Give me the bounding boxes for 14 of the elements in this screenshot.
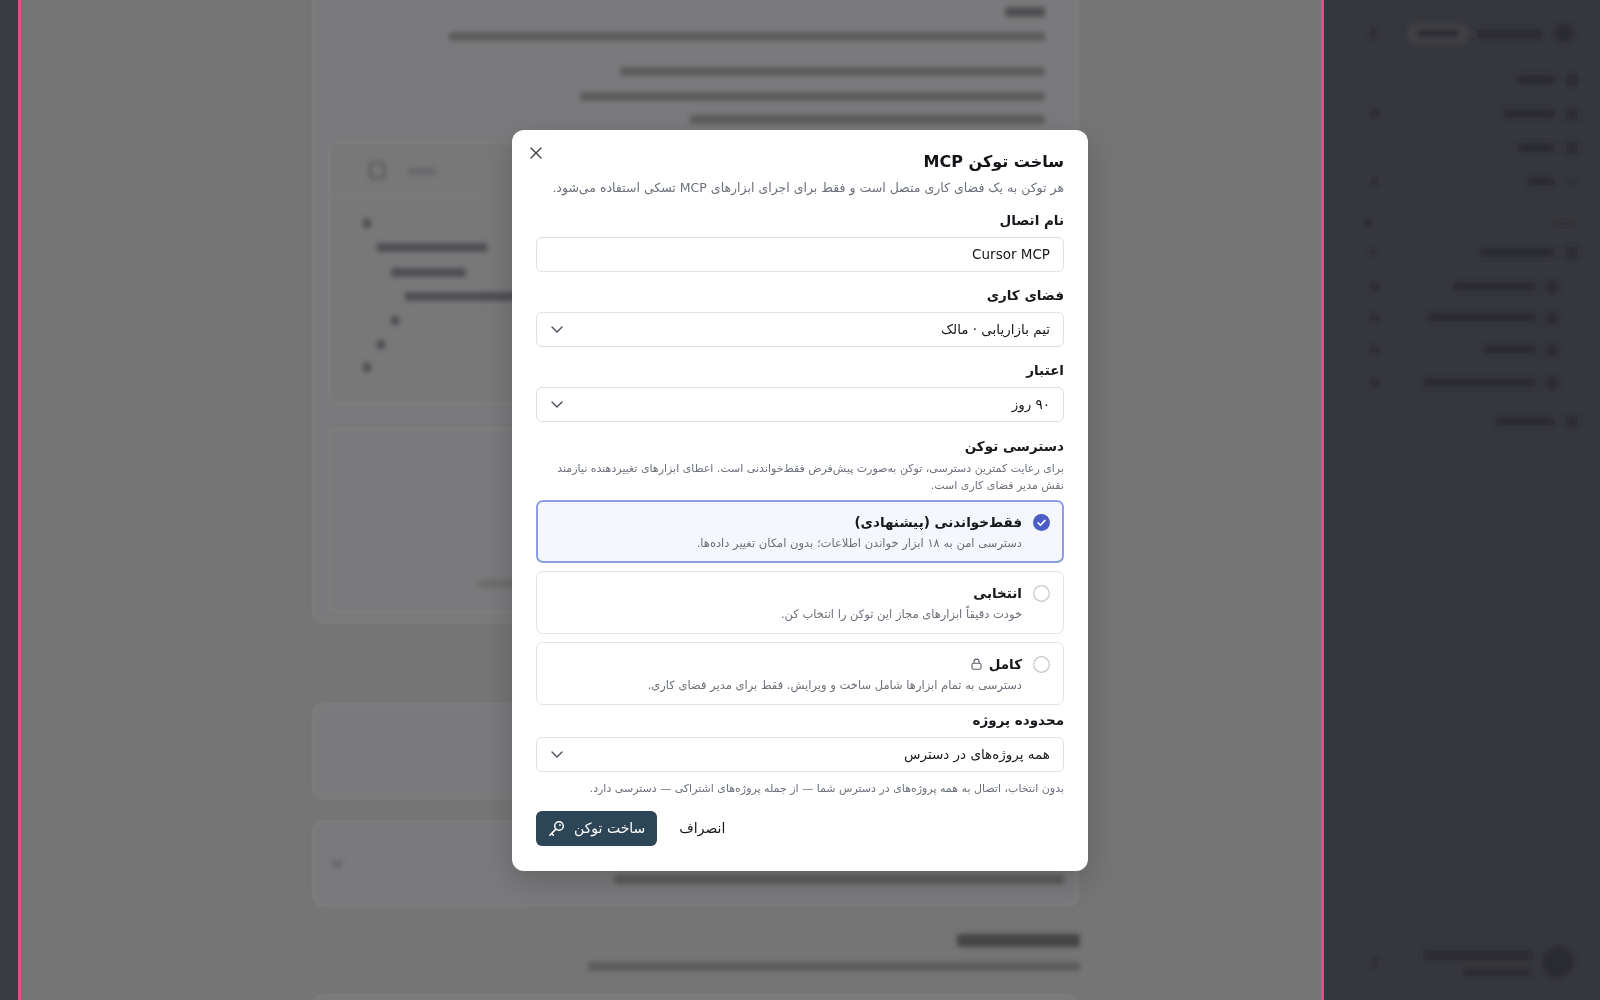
option-description: دسترسی امن به ۱۸ ابزار خواندن اطلاعات؛ بدون امکان تغییر داده‌ها. <box>696 534 1022 552</box>
field-label: محدوده پروژه <box>971 710 1064 730</box>
option-description: خودت دقیقاً ابزارهای مجاز این توکن را انتخاب کن. <box>780 604 1022 623</box>
chevron-down-icon <box>551 400 563 408</box>
radio-option[interactable]: کامل دسترسی به تمام ابزارها شامل ساخت و ویرایش. فقط برای مدیر فضای کاری. <box>536 641 1064 705</box>
option-title: کامل <box>988 654 1022 674</box>
option-description: دسترسی به تمام ابزارها شامل ساخت و ویرایش. فقط برای مدیر فضای کاری. <box>647 676 1022 694</box>
helper-text: بدون انتخاب، اتصال به همه پروژه‌های در دسترس شما — از جمله پروژه‌های اشتراکی — دسترسی دارد. <box>588 780 1064 797</box>
helper-text: برای رعایت کمترین دسترسی، توکن به‌صورت پیش‌فرض فقط‌خواندنی است. اعطای ابزارهای تغییردهنده نیازمند نقش مدیر فضای کاری است. <box>556 460 1064 494</box>
select-field[interactable]: ۹۰ روز <box>536 386 1064 422</box>
radio-circle-icon <box>1033 655 1050 673</box>
option-title: انتخابی <box>973 583 1022 603</box>
option-title: فقط‌خواندنی (پیشنهادی) <box>854 512 1022 532</box>
field-label: دسترسی توکن <box>963 436 1064 456</box>
